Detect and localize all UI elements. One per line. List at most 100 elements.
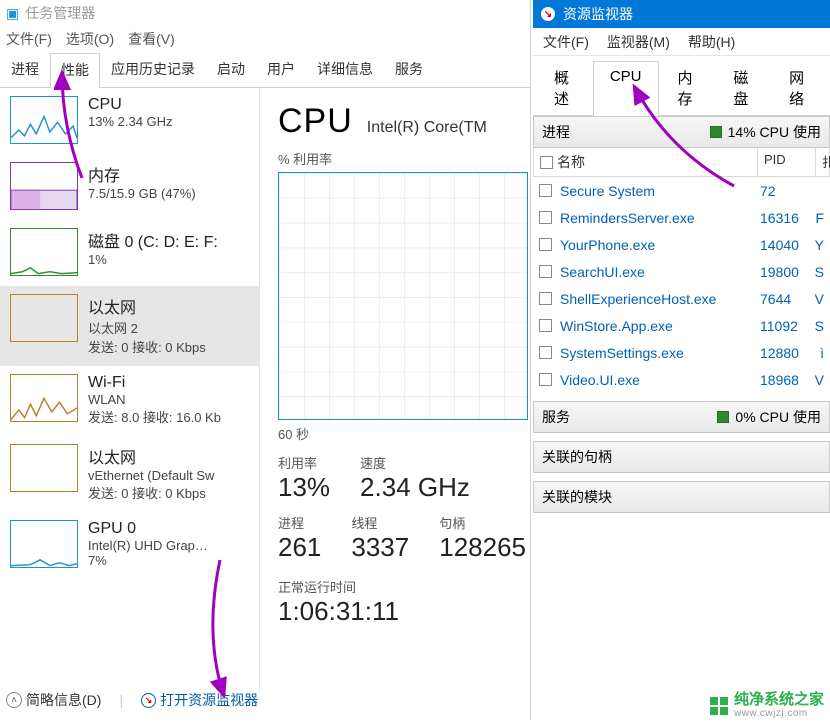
perf-item-cpu-0[interactable]: CPU13% 2.34 GHz	[0, 88, 259, 154]
process-row[interactable]: SystemSettings.exe12880ì	[533, 339, 830, 366]
task-manager-icon: ▣	[6, 5, 19, 22]
row-checkbox[interactable]	[539, 319, 552, 332]
perf-thumb-icon	[10, 162, 78, 210]
tm-tab-用户[interactable]: 用户	[256, 52, 306, 87]
row-checkbox[interactable]	[539, 265, 552, 278]
perf-text: 以太网以太网 2发送: 0 接收: 0 Kbps	[88, 294, 206, 356]
rm-section-services[interactable]: 服务 0% CPU 使用	[533, 401, 830, 433]
row-checkbox[interactable]	[539, 292, 552, 305]
perf-thumb-icon	[10, 96, 78, 144]
process-row[interactable]: WinStore.App.exe11092S	[533, 312, 830, 339]
process-row[interactable]: Secure System72	[533, 177, 830, 204]
tm-menu-view[interactable]: 查看(V)	[128, 29, 175, 49]
fewer-details-link[interactable]: ˄ 简略信息(D)	[6, 690, 101, 710]
watermark-brand: 纯净系统之家	[734, 692, 824, 707]
perf-item-gpu-6[interactable]: GPU 0Intel(R) UHD Grap…7%	[0, 512, 259, 578]
fewer-details-label: 简略信息(D)	[26, 690, 101, 710]
row-checkbox[interactable]	[539, 346, 552, 359]
chevron-up-icon: ˄	[6, 692, 22, 708]
rm-menu-help[interactable]: 帮助(H)	[688, 32, 735, 52]
process-name: ShellExperienceHost.exe	[560, 291, 760, 307]
perf-thumb-icon	[10, 444, 78, 492]
speed-label: 速度	[360, 453, 470, 472]
perf-item-eth-3[interactable]: 以太网以太网 2发送: 0 接收: 0 Kbps	[0, 286, 259, 366]
perf-text: CPU13% 2.34 GHz	[88, 96, 173, 129]
process-row[interactable]: RemindersServer.exe16316F	[533, 204, 830, 231]
tm-menu-options[interactable]: 选项(O)	[66, 29, 114, 49]
processes-badge: 14% CPU 使用	[710, 122, 821, 142]
process-row[interactable]: Video.UI.exe18968V	[533, 366, 830, 393]
tm-menu-file[interactable]: 文件(F)	[6, 29, 52, 49]
perf-item-mem-1[interactable]: 内存7.5/15.9 GB (47%)	[0, 154, 259, 220]
rm-section-processes[interactable]: 进程 14% CPU 使用	[533, 116, 830, 148]
rm-tab-磁盘[interactable]: 磁盘	[716, 60, 770, 115]
tm-tab-详细信息[interactable]: 详细信息	[306, 52, 384, 87]
row-checkbox[interactable]	[539, 184, 552, 197]
perf-name: CPU	[88, 96, 173, 114]
open-resource-monitor-link[interactable]: ↘ 打开资源监视器	[141, 690, 258, 710]
graph-title: CPU	[278, 102, 353, 141]
perf-line2: 发送: 0 接收: 0 Kbps	[88, 337, 206, 356]
handle-value: 128265	[439, 532, 526, 563]
rm-tabs: 概述CPU内存磁盘网络	[533, 56, 830, 116]
thread-label: 线程	[351, 513, 409, 532]
speed-value: 2.34 GHz	[360, 472, 470, 503]
handles-label: 关联的句柄	[542, 447, 612, 467]
rm-th-extra[interactable]: 扎	[815, 148, 829, 176]
perf-text: 内存7.5/15.9 GB (47%)	[88, 162, 196, 201]
process-extra: V	[812, 291, 824, 307]
process-row[interactable]: YourPhone.exe14040Y	[533, 231, 830, 258]
select-all-checkbox[interactable]	[540, 156, 553, 169]
rm-menu-monitor[interactable]: 监视器(M)	[607, 32, 670, 52]
tm-tab-应用历史记录[interactable]: 应用历史记录	[100, 52, 206, 87]
rm-th-name[interactable]: 名称	[533, 148, 757, 176]
rm-section-modules[interactable]: 关联的模块	[533, 481, 830, 513]
process-pid: 7644	[760, 291, 812, 307]
process-extra: Y	[812, 237, 824, 253]
row-checkbox[interactable]	[539, 373, 552, 386]
process-pid: 16316	[760, 210, 812, 226]
tm-tab-进程[interactable]: 进程	[0, 52, 50, 87]
rm-tab-概述[interactable]: 概述	[537, 60, 591, 115]
perf-item-eth-5[interactable]: 以太网vEthernet (Default Sw发送: 0 接收: 0 Kbps	[0, 436, 259, 512]
perf-line1: 1%	[88, 252, 218, 267]
tm-tab-服务[interactable]: 服务	[384, 52, 434, 87]
perf-item-disk-2[interactable]: 磁盘 0 (C: D: E: F:1%	[0, 220, 259, 286]
rm-tab-内存[interactable]: 内存	[661, 60, 715, 115]
rm-section-handles[interactable]: 关联的句柄	[533, 441, 830, 473]
tm-tab-启动[interactable]: 启动	[206, 52, 256, 87]
watermark-logo-icon	[710, 697, 728, 715]
perf-name: 以太网	[88, 444, 214, 468]
process-row[interactable]: ShellExperienceHost.exe7644V	[533, 285, 830, 312]
process-name: YourPhone.exe	[560, 237, 760, 253]
rm-tab-CPU[interactable]: CPU	[593, 61, 659, 116]
perf-name: Wi-Fi	[88, 374, 221, 392]
process-extra: ì	[812, 345, 824, 361]
rm-tab-网络[interactable]: 网络	[772, 60, 826, 115]
perf-line1: Intel(R) UHD Grap…	[88, 538, 208, 553]
perf-thumb-icon	[10, 228, 78, 276]
process-row[interactable]: SearchUI.exe19800S	[533, 258, 830, 285]
rm-th-pid[interactable]: PID	[757, 148, 815, 176]
services-label: 服务	[542, 407, 570, 427]
services-badge-text: 0% CPU 使用	[735, 407, 821, 427]
cpu-indicator-icon	[717, 411, 729, 423]
process-pid: 18968	[760, 372, 812, 388]
perf-line1: vEthernet (Default Sw	[88, 468, 214, 483]
process-extra: V	[812, 372, 824, 388]
tm-tab-性能[interactable]: 性能	[50, 53, 100, 88]
watermark: 纯净系统之家 www.cwjzj.com	[710, 692, 824, 719]
row-checkbox[interactable]	[539, 238, 552, 251]
rm-menu-file[interactable]: 文件(F)	[543, 32, 589, 52]
thread-value: 3337	[351, 532, 409, 563]
tm-footer: ˄ 简略信息(D) | ↘ 打开资源监视器	[0, 683, 530, 717]
perf-item-wifi-4[interactable]: Wi-FiWLAN发送: 8.0 接收: 16.0 Kb	[0, 366, 259, 436]
process-pid: 11092	[760, 318, 812, 334]
processes-badge-text: 14% CPU 使用	[728, 122, 821, 142]
graph-subtitle: Intel(R) Core(TM	[367, 119, 487, 137]
process-pid: 72	[760, 183, 812, 199]
rm-app-icon: ↘	[541, 7, 555, 21]
perf-text: 以太网vEthernet (Default Sw发送: 0 接收: 0 Kbps	[88, 444, 214, 502]
perf-line1: 7.5/15.9 GB (47%)	[88, 186, 196, 201]
row-checkbox[interactable]	[539, 211, 552, 224]
